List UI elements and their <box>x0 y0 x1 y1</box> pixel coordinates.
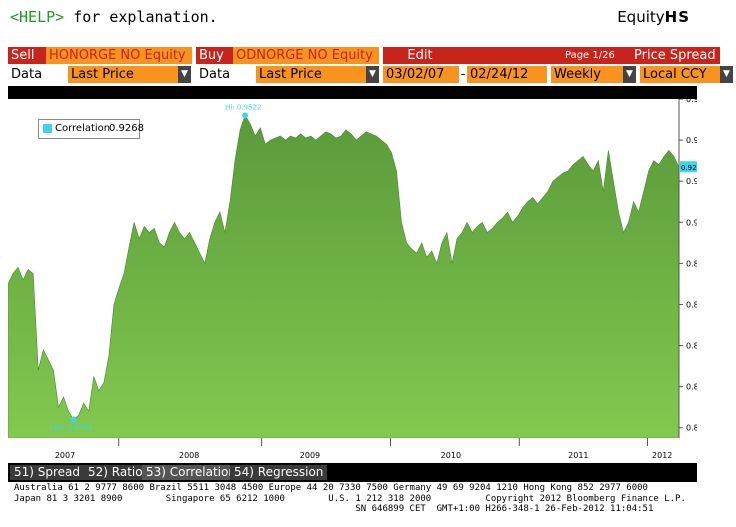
security-bar: Sell HONORGE NO Equity Buy ODNORGE NO Eq… <box>8 47 720 64</box>
page-indicator: Page 1/26 <box>457 47 631 64</box>
settings-bar: Data Last Price ▼ Data Last Price ▼ 03/0… <box>8 66 733 83</box>
help-key[interactable]: <HELP> <box>10 8 64 26</box>
start-date-input[interactable]: 03/02/07 <box>383 66 459 83</box>
date-separator: - <box>459 66 467 83</box>
chart-legend: Correlation 0.9268 <box>38 119 144 139</box>
correlation-chart: 0.96 0.94 0.92 0.90 0.88 0.86 0.84 0.82 0.80 2007… <box>7 95 706 463</box>
x-tick-label: 2007 <box>55 451 75 460</box>
brand-suffix: HS <box>664 8 690 26</box>
chevron-down-icon[interactable]: ▼ <box>178 66 191 83</box>
legend-label: Correlation <box>55 123 111 134</box>
chart-toolbar-strip <box>8 86 697 99</box>
x-tick-label: 2008 <box>179 451 199 460</box>
tab-correlation[interactable]: 53) Correlation <box>142 465 240 480</box>
price-spread-button[interactable]: Price Spread <box>631 47 720 64</box>
low-annotation: Low: 0.8044 <box>50 424 93 432</box>
low-marker <box>70 416 77 423</box>
sell-label: Sell <box>8 47 46 64</box>
data-label-1: Data <box>8 66 68 83</box>
function-title: EquityHS <box>617 8 690 26</box>
brand-prefix: Equity <box>617 8 665 26</box>
chevron-down-icon[interactable]: ▼ <box>623 66 636 83</box>
chevron-down-icon[interactable]: ▼ <box>720 66 733 83</box>
footer-contact: Australia 61 2 9777 8600 Brazil 5511 304… <box>14 483 726 515</box>
y-tick-label: 0.82 <box>686 383 697 392</box>
legend-swatch <box>43 124 52 133</box>
y-tick-label: 0.92 <box>686 177 697 186</box>
chart-type-tabs: 51) Spread 52) Ratio 53) Correlation 54)… <box>8 463 697 482</box>
sell-security-field[interactable]: HONORGE NO Equity <box>46 47 192 64</box>
chevron-down-icon[interactable]: ▼ <box>366 66 379 83</box>
data-label-2: Data <box>196 66 256 83</box>
x-tick-label: 2010 <box>441 451 461 460</box>
footer-line-1: Australia 61 2 9777 8600 Brazil 5511 304… <box>14 483 648 493</box>
y-tick-label: 0.94 <box>686 136 697 145</box>
y-tick-label: 0.80 <box>686 424 697 433</box>
buy-label: Buy <box>196 47 233 64</box>
y-tick-label: 0.86 <box>686 300 697 309</box>
high-annotation: Hi: 0.9522 <box>225 103 261 111</box>
currency-select[interactable]: Local CCY <box>640 66 720 83</box>
tab-regression[interactable]: 54) Regression <box>230 465 328 480</box>
field-select-2[interactable]: Last Price <box>256 66 366 83</box>
footer-line-3: SN 646899 CET GMT+1:00 H266-348-1 26-Feb… <box>14 504 654 514</box>
periodicity-select[interactable]: Weekly <box>551 66 623 83</box>
field-select-1[interactable]: Last Price <box>68 66 178 83</box>
y-tick-label: 0.90 <box>686 218 697 227</box>
buy-security-field[interactable]: ODNORGE NO Equity <box>233 47 379 64</box>
legend-value: 0.9268 <box>109 123 144 134</box>
y-tick-label: 0.96 <box>686 99 697 104</box>
x-tick-label: 2012 <box>652 451 672 460</box>
end-date-input[interactable]: 02/24/12 <box>467 66 547 83</box>
top-header: <HELP> for explanation. EquityHS <box>0 0 736 44</box>
last-value-label: 0.9268 <box>681 164 697 172</box>
x-tick-label: 2011 <box>568 451 588 460</box>
help-text: for explanation. <box>64 8 218 26</box>
tab-ratio[interactable]: 52) Ratio <box>84 465 147 480</box>
edit-button[interactable]: Edit <box>383 47 457 64</box>
tab-spread[interactable]: 51) Spread <box>10 465 85 480</box>
footer-line-2: Japan 81 3 3201 8900 Singapore 65 6212 1… <box>14 493 686 504</box>
y-tick-label: 0.88 <box>686 259 697 268</box>
high-marker <box>242 112 249 119</box>
chart-canvas: 0.96 0.94 0.92 0.90 0.88 0.86 0.84 0.82 0.80 2007… <box>7 95 706 463</box>
y-tick-label: 0.84 <box>686 342 697 351</box>
help-hint: <HELP> for explanation. <box>10 8 218 26</box>
x-tick-label: 2009 <box>300 451 320 460</box>
